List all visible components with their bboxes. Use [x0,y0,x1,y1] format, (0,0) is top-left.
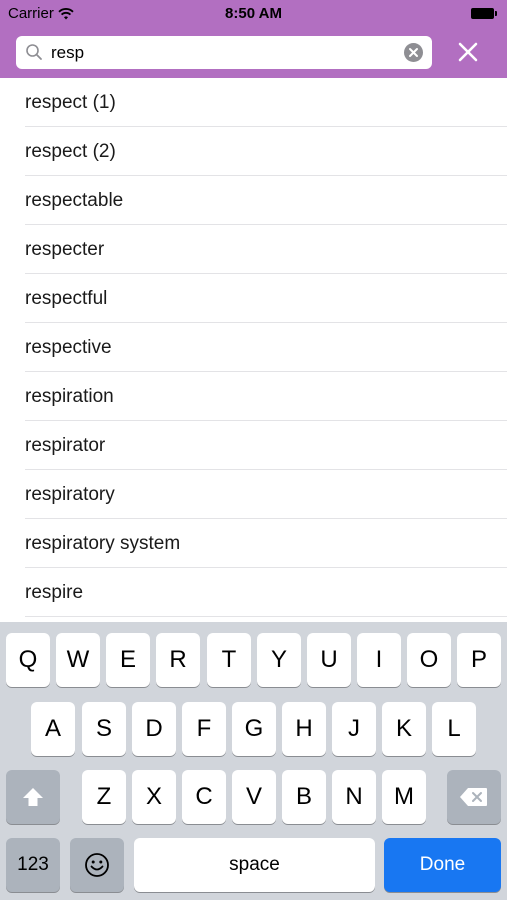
key-r[interactable]: R [156,633,200,687]
key-o[interactable]: O [407,633,451,687]
key-w[interactable]: W [56,633,100,687]
key-c[interactable]: C [182,770,226,824]
list-item[interactable]: respiratory [25,470,507,519]
key-b[interactable]: B [282,770,326,824]
key-p[interactable]: P [457,633,501,687]
search-icon [26,44,42,60]
key-x[interactable]: X [132,770,176,824]
key-i[interactable]: I [357,633,401,687]
list-item[interactable]: respiration [25,372,507,421]
keyboard: Q W E R T Y U I O P A S D F G H J K L Z … [0,622,507,900]
battery-icon [471,7,497,19]
delete-icon [460,788,487,806]
key-e[interactable]: E [106,633,150,687]
key-d[interactable]: D [132,702,176,756]
key-z[interactable]: Z [82,770,126,824]
list-item[interactable]: respectable [25,176,507,225]
list-item-label: respiratory system [25,533,181,554]
list-item-label: respect (1) [25,92,116,113]
done-key[interactable]: Done [384,838,501,892]
status-bar: Carrier 8:50 AM [0,0,507,28]
key-f[interactable]: F [182,702,226,756]
list-item-label: respectful [25,288,108,309]
key-k[interactable]: K [382,702,426,756]
list-item-label: respiratory [25,484,115,505]
search-input[interactable]: resp [16,36,432,69]
clear-icon[interactable] [404,43,423,62]
list-item[interactable]: respectful [25,274,507,323]
search-bar: resp [0,28,507,78]
list-item-label: respecter [25,239,105,260]
results-list: respect (1) respect (2) respectable resp… [0,78,507,617]
key-v[interactable]: V [232,770,276,824]
key-q[interactable]: Q [6,633,50,687]
numbers-key[interactable]: 123 [6,838,60,892]
key-j[interactable]: J [332,702,376,756]
list-item[interactable]: respect (2) [25,127,507,176]
emoji-key[interactable] [70,838,124,892]
shift-key[interactable] [6,770,60,824]
list-item-label: respectable [25,190,124,211]
key-u[interactable]: U [307,633,351,687]
list-item[interactable]: respective [25,323,507,372]
list-item-label: respirator [25,435,106,456]
shift-icon [23,788,43,806]
close-icon[interactable] [452,36,484,68]
key-m[interactable]: M [382,770,426,824]
key-a[interactable]: A [31,702,75,756]
list-item-label: respire [25,582,84,603]
space-key[interactable]: space [134,838,375,892]
key-l[interactable]: L [432,702,476,756]
status-time: 8:50 AM [225,5,282,22]
list-item[interactable]: respiratory system [25,519,507,568]
emoji-icon [85,853,109,877]
list-item-label: respect (2) [25,141,116,162]
key-t[interactable]: T [207,633,251,687]
list-item[interactable]: respect (1) [25,78,507,127]
list-item[interactable]: respirator [25,421,507,470]
list-item-label: respiration [25,386,114,407]
list-item[interactable]: respire [25,568,507,617]
key-h[interactable]: H [282,702,326,756]
search-query[interactable]: resp [51,43,84,62]
key-g[interactable]: G [232,702,276,756]
list-item[interactable]: respecter [25,225,507,274]
key-s[interactable]: S [82,702,126,756]
key-n[interactable]: N [332,770,376,824]
delete-key[interactable] [447,770,501,824]
list-item-label: respective [25,337,112,358]
key-y[interactable]: Y [257,633,301,687]
